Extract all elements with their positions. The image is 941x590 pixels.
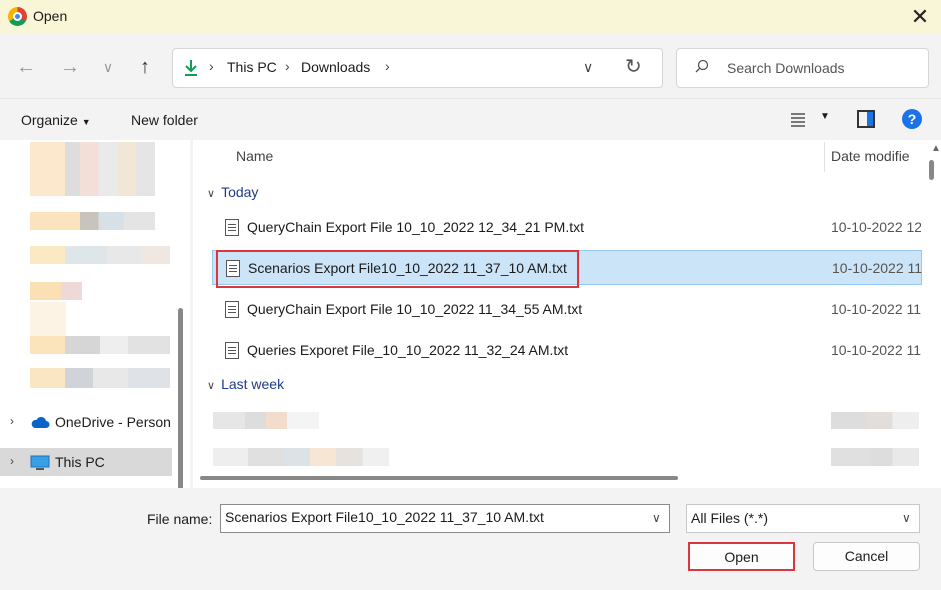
up-arrow-icon[interactable]: ↑ [133, 54, 157, 80]
file-type-dropdown-icon[interactable]: ∨ [902, 511, 911, 525]
obscured-quick-access [30, 142, 155, 196]
file-list-horizontal-scrollbar[interactable] [200, 476, 678, 480]
sidebar-item-this-pc[interactable]: › This PC [0, 448, 172, 476]
refresh-icon[interactable]: ↻ [625, 54, 642, 79]
command-bar: Organize ▼ New folder ▼ ? [0, 98, 941, 140]
navigation-bar: ← → ∨ ↑ › This PC › Downloads › ∨ ↻ Sear… [0, 34, 941, 98]
sidebar-item-onedrive[interactable]: › OneDrive - Person [0, 408, 172, 436]
column-divider[interactable] [824, 142, 825, 172]
file-row[interactable]: QueryChain Export File 10_10_2022 12_34_… [212, 210, 922, 246]
help-icon[interactable]: ? [902, 109, 922, 129]
cancel-button[interactable]: Cancel [813, 542, 920, 571]
close-button[interactable]: ✕ [905, 2, 935, 32]
obscured-file-row [831, 412, 919, 429]
file-list-vertical-scrollbar[interactable] [929, 160, 934, 180]
file-date: 10-10-2022 11 [832, 260, 922, 276]
computer-icon [30, 455, 50, 470]
search-input[interactable]: Search Downloads [727, 60, 845, 76]
search-box[interactable]: Search Downloads [676, 48, 929, 88]
obscured-quick-access [30, 336, 170, 354]
text-file-icon [225, 342, 239, 359]
sidebar-item-label: OneDrive - Person [55, 414, 171, 430]
view-dropdown-icon[interactable]: ▼ [820, 111, 830, 122]
obscured-file-row [213, 448, 389, 466]
search-icon [695, 59, 709, 73]
obscured-quick-access [30, 212, 155, 230]
file-row[interactable]: Queries Exporet File_10_10_2022 11_32_24… [212, 333, 922, 369]
text-file-icon [225, 301, 239, 318]
file-name: Queries Exporet File_10_10_2022 11_32_24… [247, 342, 569, 358]
view-options-icon[interactable] [790, 111, 806, 127]
new-folder-button[interactable]: New folder [131, 112, 198, 128]
address-dropdown-icon[interactable]: ∨ [583, 59, 593, 76]
expand-chevron-icon[interactable]: › [10, 454, 14, 468]
column-header-name[interactable]: Name [236, 148, 273, 164]
breadcrumb-this-pc[interactable]: This PC [227, 59, 277, 75]
cloud-icon [31, 416, 50, 428]
sidebar-item-label: This PC [55, 454, 105, 470]
file-name-field[interactable]: Scenarios Export File10_10_2022 11_37_10… [220, 504, 670, 533]
window-title: Open [33, 8, 68, 24]
download-icon [185, 60, 197, 76]
group-header-last-week[interactable]: ∨ Last week [207, 376, 284, 392]
column-header-date-modified[interactable]: Date modifie [831, 148, 910, 164]
text-file-icon [225, 219, 239, 236]
file-name-label: File name: [147, 511, 213, 527]
scroll-up-icon[interactable]: ▲ [931, 143, 941, 154]
obscured-quick-access [30, 246, 170, 264]
file-name: QueryChain Export File 10_10_2022 11_34_… [247, 301, 583, 317]
group-header-today[interactable]: ∨ Today [207, 184, 258, 200]
expand-chevron-icon[interactable]: › [10, 414, 14, 428]
file-date: 10-10-2022 12 [831, 219, 921, 235]
collapse-chevron-icon: ∨ [207, 188, 216, 200]
collapse-chevron-icon: ∨ [207, 380, 216, 392]
preview-pane-icon[interactable] [857, 110, 875, 128]
back-arrow-icon[interactable]: ← [14, 54, 38, 80]
address-bar[interactable]: › This PC › Downloads › ∨ [172, 48, 663, 88]
file-date: 10-10-2022 11 [831, 342, 921, 358]
breadcrumb-downloads[interactable]: Downloads [301, 59, 370, 75]
title-bar: Open ✕ [0, 0, 941, 34]
navigation-pane: › OneDrive - Person › This PC [0, 140, 190, 590]
organize-button[interactable]: Organize ▼ [21, 112, 91, 128]
file-name-dropdown-icon[interactable]: ∨ [652, 511, 661, 525]
breadcrumb-separator: › [285, 58, 290, 74]
file-row[interactable]: QueryChain Export File 10_10_2022 11_34_… [212, 292, 922, 328]
open-button[interactable]: Open [688, 542, 795, 571]
file-date: 10-10-2022 11 [831, 301, 921, 317]
recent-locations-chevron-icon[interactable]: ∨ [96, 54, 120, 80]
file-type-select[interactable]: All Files (*.*) [686, 504, 920, 533]
obscured-quick-access [30, 282, 82, 300]
chrome-logo-icon [8, 7, 27, 26]
forward-arrow-icon[interactable]: → [58, 54, 82, 80]
obscured-quick-access [30, 368, 170, 388]
file-name: QueryChain Export File 10_10_2022 12_34_… [247, 219, 584, 235]
obscured-file-row [213, 412, 319, 429]
selected-file-highlight [216, 250, 579, 288]
breadcrumb-separator: › [209, 58, 214, 74]
breadcrumb-separator[interactable]: › [385, 58, 390, 74]
file-list: Name Date modifie ∨ Today QueryChain Expo… [193, 140, 941, 488]
obscured-file-row [831, 448, 919, 466]
dialog-footer: File name: Scenarios Export File10_10_20… [0, 488, 941, 590]
